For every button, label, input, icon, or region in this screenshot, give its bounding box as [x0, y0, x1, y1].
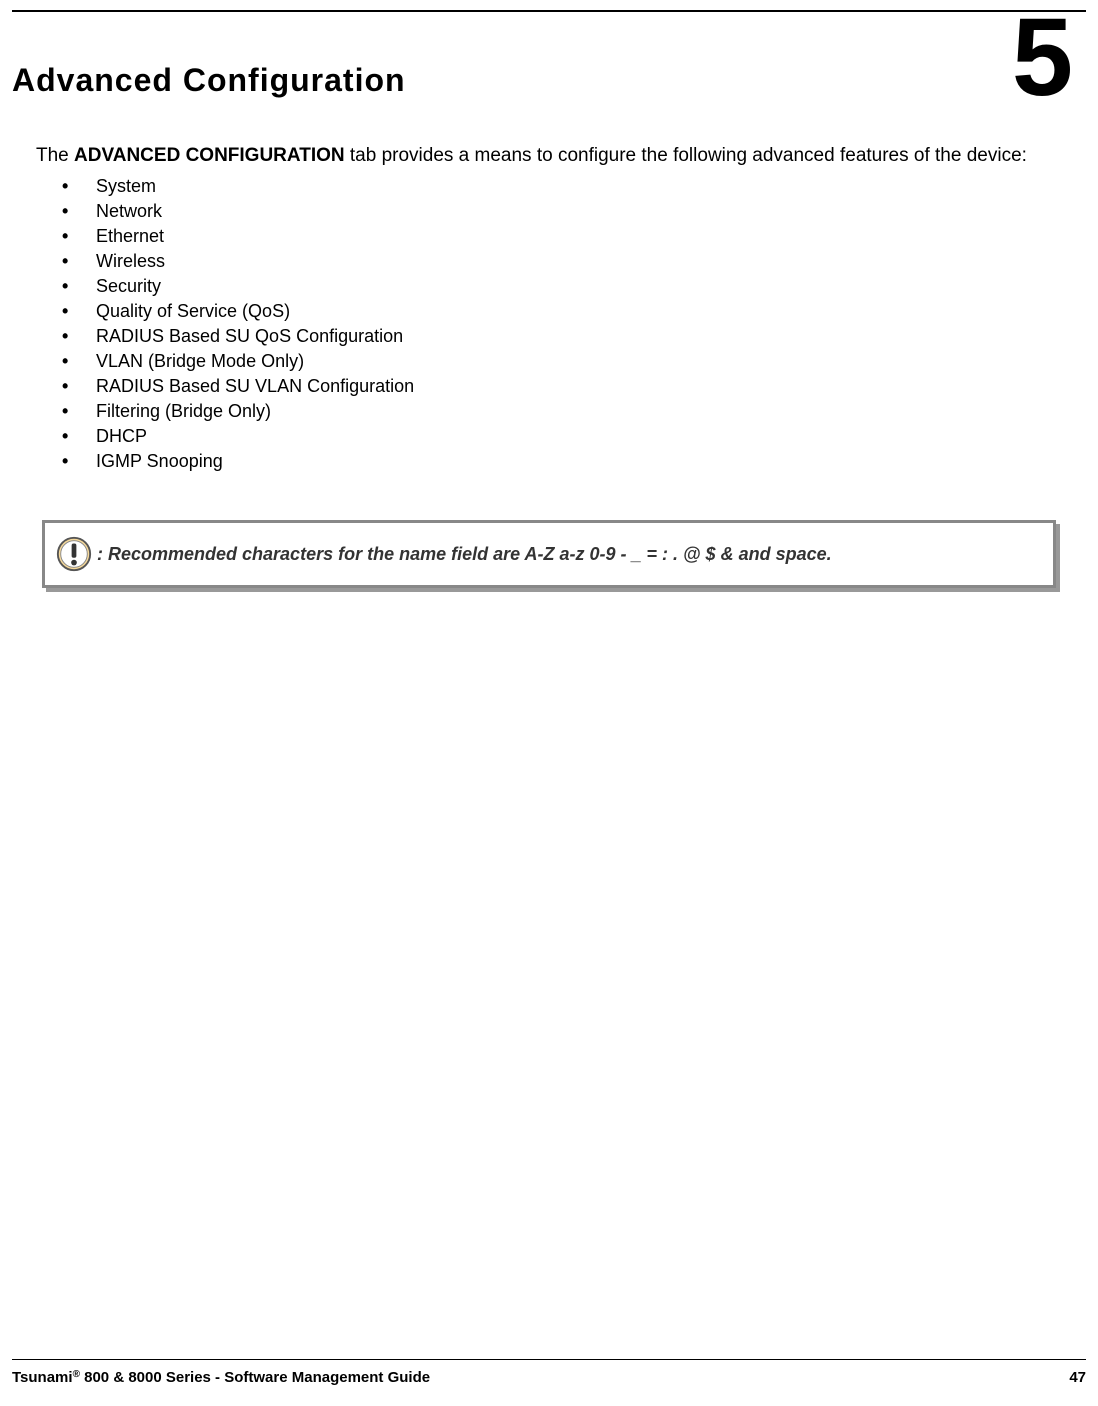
intro-prefix: The [36, 145, 74, 166]
feature-label: Wireless [96, 251, 165, 272]
list-item: •Quality of Service (QoS) [62, 301, 414, 322]
feature-label: System [96, 176, 156, 197]
feature-label: RADIUS Based SU QoS Configuration [96, 326, 403, 347]
feature-label: Filtering (Bridge Only) [96, 401, 271, 422]
footer-doc: 800 & 8000 Series - Software Management … [80, 1369, 430, 1386]
top-rule [12, 10, 1086, 12]
feature-label: Network [96, 201, 162, 222]
footer-brand: Tsunami [12, 1369, 73, 1386]
feature-label: Ethernet [96, 226, 164, 247]
bullet: • [62, 276, 96, 297]
list-item: •System [62, 176, 414, 197]
page-number: 47 [1069, 1369, 1086, 1386]
intro-suffix: tab provides a means to configure the fo… [345, 145, 1027, 166]
list-item: •Security [62, 276, 414, 297]
bullet: • [62, 176, 96, 197]
list-item: •Filtering (Bridge Only) [62, 401, 414, 422]
registered-symbol: ® [73, 1369, 80, 1380]
bullet: • [62, 376, 96, 397]
bullet: • [62, 426, 96, 447]
intro-paragraph: The ADVANCED CONFIGURATION tab provides … [36, 145, 1062, 167]
list-item: •Wireless [62, 251, 414, 272]
bullet: • [62, 201, 96, 222]
bullet: • [62, 226, 96, 247]
feature-label: RADIUS Based SU VLAN Configuration [96, 376, 414, 397]
bullet: • [62, 326, 96, 347]
feature-label: VLAN (Bridge Mode Only) [96, 351, 304, 372]
page-footer: Tsunami® 800 & 8000 Series - Software Ma… [12, 1369, 1086, 1386]
footer-doc-title: Tsunami® 800 & 8000 Series - Software Ma… [12, 1369, 430, 1386]
bullet: • [62, 251, 96, 272]
bullet: • [62, 451, 96, 472]
note-text: : Recommended characters for the name fi… [97, 544, 832, 565]
list-item: •VLAN (Bridge Mode Only) [62, 351, 414, 372]
list-item: •RADIUS Based SU VLAN Configuration [62, 376, 414, 397]
list-item: •Ethernet [62, 226, 414, 247]
alert-icon [55, 535, 93, 573]
feature-label: DHCP [96, 426, 147, 447]
list-item: •RADIUS Based SU QoS Configuration [62, 326, 414, 347]
list-item: •DHCP [62, 426, 414, 447]
note-callout: : Recommended characters for the name fi… [42, 520, 1056, 588]
intro-tab-name: ADVANCED CONFIGURATION [74, 145, 345, 166]
list-item: •Network [62, 201, 414, 222]
bullet: • [62, 301, 96, 322]
chapter-number: 5 [1012, 8, 1070, 107]
bullet: • [62, 401, 96, 422]
feature-list: •System •Network •Ethernet •Wireless •Se… [62, 176, 414, 476]
feature-label: Quality of Service (QoS) [96, 301, 290, 322]
feature-label: Security [96, 276, 161, 297]
feature-label: IGMP Snooping [96, 451, 223, 472]
bullet: • [62, 351, 96, 372]
list-item: •IGMP Snooping [62, 451, 414, 472]
bottom-rule [12, 1359, 1086, 1361]
chapter-title: Advanced Configuration [12, 62, 406, 99]
